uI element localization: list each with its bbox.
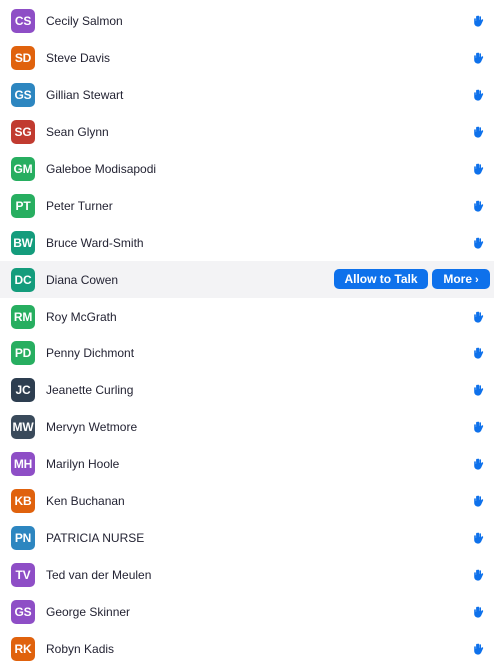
avatar: PD	[11, 341, 35, 366]
participant-row[interactable]: CS Cecily Salmon	[0, 3, 494, 40]
participant-row[interactable]: BW Bruce Ward-Smith	[0, 224, 494, 261]
avatar: SG	[11, 120, 35, 145]
allow-to-talk-button[interactable]: Allow to Talk	[334, 269, 428, 290]
participant-name: Cecily Salmon	[46, 14, 123, 29]
participant-name: Roy McGrath	[46, 309, 117, 324]
avatar: PN	[11, 525, 35, 550]
avatar: RM	[11, 304, 35, 329]
avatar: BW	[11, 230, 35, 255]
raised-hand-icon	[473, 495, 484, 507]
participant-name: Mervyn Wetmore	[46, 420, 138, 435]
participant-name: Peter Turner	[46, 198, 113, 213]
participant-name: PATRICIA NURSE	[46, 530, 145, 545]
avatar: DC	[11, 267, 35, 292]
chevron-right-icon: ›	[475, 274, 479, 287]
raised-hand-icon	[473, 532, 484, 544]
participant-name: Penny Dichmont	[46, 346, 135, 361]
raised-hand-icon	[473, 421, 484, 433]
raised-hand-icon	[473, 89, 484, 101]
participants-list: CS Cecily Salmon SD Steve Davis GS Gilli…	[0, 0, 494, 668]
participant-row[interactable]: RK Robyn Kadis	[0, 630, 494, 667]
participant-name: Sean Glynn	[46, 125, 109, 140]
avatar: MW	[11, 415, 35, 440]
participant-name: Robyn Kadis	[46, 641, 115, 656]
participant-row[interactable]: PT Peter Turner	[0, 187, 494, 224]
participant-row[interactable]: RM Roy McGrath	[0, 298, 494, 335]
participant-name: Marilyn Hoole	[46, 457, 120, 472]
raised-hand-icon	[473, 458, 484, 470]
raised-hand-icon	[473, 384, 484, 396]
participant-name: Diana Cowen	[46, 272, 119, 287]
participant-name: George Skinner	[46, 604, 131, 619]
raised-hand-icon	[473, 643, 484, 655]
raised-hand-icon	[473, 52, 484, 64]
avatar: PT	[11, 193, 35, 218]
avatar: KB	[11, 489, 35, 514]
more-button[interactable]: More ›	[432, 269, 490, 290]
participant-row[interactable]: SD Steve Davis	[0, 40, 494, 77]
participant-name: Gillian Stewart	[46, 88, 124, 103]
raised-hand-icon	[473, 15, 484, 28]
participant-name: Ken Buchanan	[46, 494, 125, 509]
participant-row[interactable]: GM Galeboe Modisapodi	[0, 151, 494, 188]
raised-hand-icon	[473, 311, 484, 323]
raised-hand-icon	[473, 200, 484, 212]
raised-hand-icon	[473, 126, 484, 138]
avatar: JC	[11, 378, 35, 403]
avatar: GM	[11, 157, 35, 181]
more-button-label: More	[443, 272, 472, 287]
raised-hand-icon	[473, 569, 484, 581]
participant-row[interactable]: TV Ted van der Meulen	[0, 556, 494, 593]
raised-hand-icon	[473, 237, 484, 249]
raised-hand-icon	[473, 606, 484, 618]
avatar: TV	[11, 562, 35, 587]
participant-name: Jeanette Curling	[46, 383, 134, 398]
raised-hand-icon	[473, 347, 484, 360]
participant-row[interactable]: JC Jeanette Curling	[0, 372, 494, 409]
avatar: GS	[11, 599, 35, 624]
participant-row[interactable]: DC Diana Cowen Allow to Talk More ›	[0, 261, 494, 299]
participant-name: Ted van der Meulen	[46, 567, 152, 582]
participant-row[interactable]: PN PATRICIA NURSE	[0, 519, 494, 556]
avatar: GS	[11, 83, 35, 108]
participant-row[interactable]: GS George Skinner	[0, 593, 494, 630]
participant-name: Bruce Ward-Smith	[46, 235, 144, 250]
participant-row[interactable]: MH Marilyn Hoole	[0, 446, 494, 483]
avatar: MH	[11, 452, 35, 477]
avatar: SD	[11, 46, 35, 71]
avatar: CS	[11, 9, 35, 34]
participant-row[interactable]: SG Sean Glynn	[0, 114, 494, 151]
participant-name: Steve Davis	[46, 51, 111, 66]
participant-row[interactable]: KB Ken Buchanan	[0, 483, 494, 520]
participant-row[interactable]: GS Gillian Stewart	[0, 77, 494, 114]
participant-row[interactable]: MW Mervyn Wetmore	[0, 409, 494, 446]
participant-name: Galeboe Modisapodi	[46, 162, 157, 176]
participant-row[interactable]: PD Penny Dichmont	[0, 335, 494, 372]
avatar: RK	[11, 636, 35, 661]
raised-hand-icon	[473, 163, 484, 175]
